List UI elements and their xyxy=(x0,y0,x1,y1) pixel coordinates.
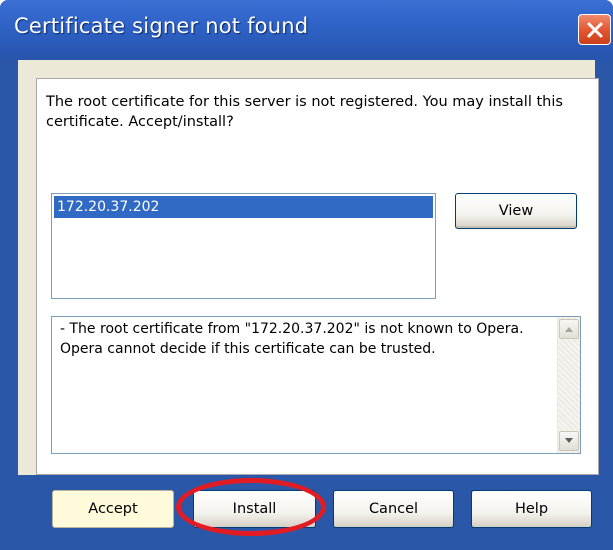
close-icon xyxy=(587,22,602,37)
title-bar[interactable]: Certificate signer not found xyxy=(0,0,613,60)
certificate-list[interactable]: 172.20.37.202 xyxy=(51,193,436,299)
scroll-down-arrow-icon xyxy=(565,438,573,443)
details-scrollbar[interactable] xyxy=(557,317,580,453)
scroll-down-button[interactable] xyxy=(559,431,579,451)
dialog-title: Certificate signer not found xyxy=(14,14,309,38)
certificate-details[interactable]: - The root certificate from "172.20.37.2… xyxy=(51,316,581,454)
help-button[interactable]: Help xyxy=(471,490,592,528)
close-button[interactable] xyxy=(578,14,611,45)
cancel-button[interactable]: Cancel xyxy=(333,490,454,528)
certificate-list-item[interactable]: 172.20.37.202 xyxy=(54,196,433,218)
certificate-dialog: Certificate signer not found The root ce… xyxy=(0,0,613,550)
details-text: - The root certificate from "172.20.37.2… xyxy=(60,321,524,357)
accept-button[interactable]: Accept xyxy=(52,490,174,528)
scroll-up-arrow-icon xyxy=(565,327,573,332)
dialog-message: The root certificate for this server is … xyxy=(46,94,563,130)
scroll-up-button[interactable] xyxy=(559,319,579,339)
install-button[interactable]: Install xyxy=(193,490,316,528)
view-button[interactable]: View xyxy=(455,193,577,229)
